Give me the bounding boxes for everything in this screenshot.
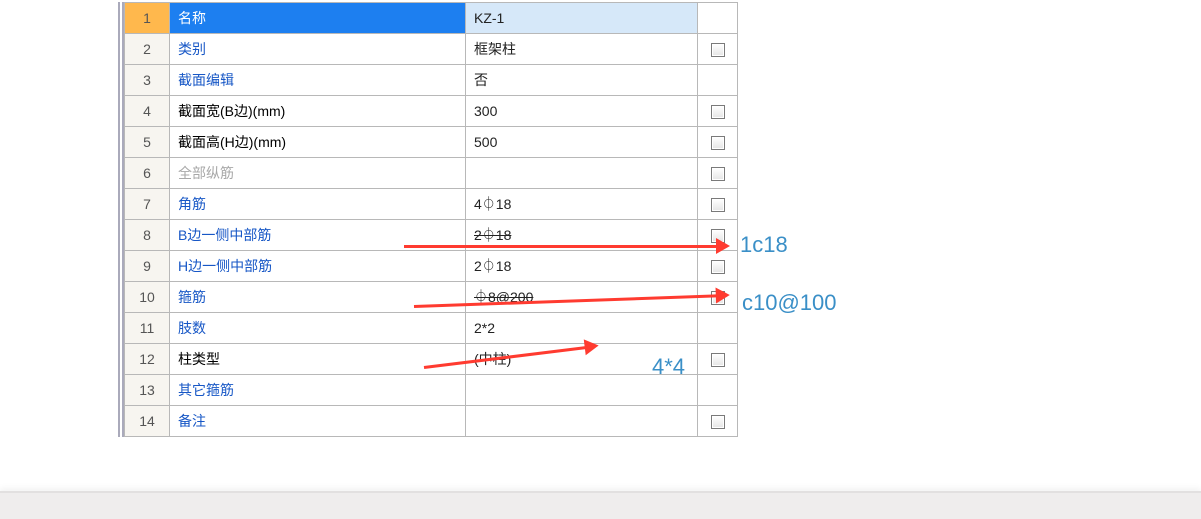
row-index: 7 xyxy=(125,189,170,220)
table-row[interactable]: 11肢数2*2 xyxy=(125,313,738,344)
table-row[interactable]: 8B边一侧中部筋2⏀18 xyxy=(125,220,738,251)
row-flag-cell xyxy=(698,251,738,282)
row-value[interactable]: 500 xyxy=(466,127,698,158)
row-value[interactable]: 2⏀18 xyxy=(466,251,698,282)
table-row[interactable]: 10箍筋⏀8@200 xyxy=(125,282,738,313)
property-panel: 1名称KZ-12类别框架柱3截面编辑否4截面宽(B边)(mm)3005截面高(H… xyxy=(118,2,738,437)
row-value[interactable]: 否 xyxy=(466,65,698,96)
table-row[interactable]: 7角筋4⏀18 xyxy=(125,189,738,220)
row-index: 13 xyxy=(125,375,170,406)
row-value[interactable]: 300 xyxy=(466,96,698,127)
property-table: 1名称KZ-12类别框架柱3截面编辑否4截面宽(B边)(mm)3005截面高(H… xyxy=(124,2,738,437)
row-label: 截面高(H边)(mm) xyxy=(170,127,466,158)
row-value[interactable]: (中柱) xyxy=(466,344,698,375)
row-index: 5 xyxy=(125,127,170,158)
checkbox-icon[interactable] xyxy=(711,43,725,57)
row-index: 3 xyxy=(125,65,170,96)
table-row[interactable]: 5截面高(H边)(mm)500 xyxy=(125,127,738,158)
row-label: B边一侧中部筋 xyxy=(170,220,466,251)
row-value[interactable]: 4⏀18 xyxy=(466,189,698,220)
row-label: 截面宽(B边)(mm) xyxy=(170,96,466,127)
row-index: 12 xyxy=(125,344,170,375)
row-index: 4 xyxy=(125,96,170,127)
row-flag-cell xyxy=(698,96,738,127)
row-index: 1 xyxy=(125,3,170,34)
row-index: 6 xyxy=(125,158,170,189)
row-index: 14 xyxy=(125,406,170,437)
row-value[interactable]: 2⏀18 xyxy=(466,220,698,251)
checkbox-icon[interactable] xyxy=(711,136,725,150)
table-row[interactable]: 2类别框架柱 xyxy=(125,34,738,65)
row-flag-cell xyxy=(698,344,738,375)
checkbox-icon[interactable] xyxy=(711,291,725,305)
row-label: 备注 xyxy=(170,406,466,437)
row-label: 类别 xyxy=(170,34,466,65)
row-value[interactable] xyxy=(466,406,698,437)
row-flag-cell xyxy=(698,220,738,251)
table-row[interactable]: 14备注 xyxy=(125,406,738,437)
row-index: 11 xyxy=(125,313,170,344)
checkbox-icon[interactable] xyxy=(711,198,725,212)
row-label: 全部纵筋 xyxy=(170,158,466,189)
row-flag-cell xyxy=(698,3,738,34)
row-index: 10 xyxy=(125,282,170,313)
row-label: 名称 xyxy=(170,3,466,34)
row-value[interactable]: KZ-1 xyxy=(466,3,698,34)
row-flag-cell xyxy=(698,65,738,96)
checkbox-icon[interactable] xyxy=(711,229,725,243)
row-label: 角筋 xyxy=(170,189,466,220)
row-flag-cell xyxy=(698,406,738,437)
row-index: 9 xyxy=(125,251,170,282)
row-flag-cell xyxy=(698,189,738,220)
row-value[interactable] xyxy=(466,375,698,406)
annotation-text: 1c18 xyxy=(740,232,788,258)
table-row[interactable]: 1名称KZ-1 xyxy=(125,3,738,34)
checkbox-icon[interactable] xyxy=(711,167,725,181)
checkbox-icon[interactable] xyxy=(711,105,725,119)
row-label: 肢数 xyxy=(170,313,466,344)
row-flag-cell xyxy=(698,158,738,189)
row-flag-cell xyxy=(698,313,738,344)
table-row[interactable]: 6全部纵筋 xyxy=(125,158,738,189)
row-flag-cell xyxy=(698,282,738,313)
checkbox-icon[interactable] xyxy=(711,353,725,367)
row-index: 2 xyxy=(125,34,170,65)
row-label: 箍筋 xyxy=(170,282,466,313)
annotation-text: c10@100 xyxy=(742,290,837,316)
row-label: 柱类型 xyxy=(170,344,466,375)
row-value[interactable] xyxy=(466,158,698,189)
table-row[interactable]: 4截面宽(B边)(mm)300 xyxy=(125,96,738,127)
checkbox-icon[interactable] xyxy=(711,415,725,429)
row-label: H边一侧中部筋 xyxy=(170,251,466,282)
status-bar xyxy=(0,491,1201,519)
table-row[interactable]: 9H边一侧中部筋2⏀18 xyxy=(125,251,738,282)
checkbox-icon[interactable] xyxy=(711,260,725,274)
row-label: 截面编辑 xyxy=(170,65,466,96)
row-index: 8 xyxy=(125,220,170,251)
row-value[interactable]: 2*2 xyxy=(466,313,698,344)
table-row[interactable]: 13其它箍筋 xyxy=(125,375,738,406)
row-value[interactable]: ⏀8@200 xyxy=(466,282,698,313)
row-flag-cell xyxy=(698,34,738,65)
table-row[interactable]: 3截面编辑否 xyxy=(125,65,738,96)
row-value[interactable]: 框架柱 xyxy=(466,34,698,65)
row-flag-cell xyxy=(698,375,738,406)
row-label: 其它箍筋 xyxy=(170,375,466,406)
row-flag-cell xyxy=(698,127,738,158)
table-row[interactable]: 12柱类型(中柱) xyxy=(125,344,738,375)
